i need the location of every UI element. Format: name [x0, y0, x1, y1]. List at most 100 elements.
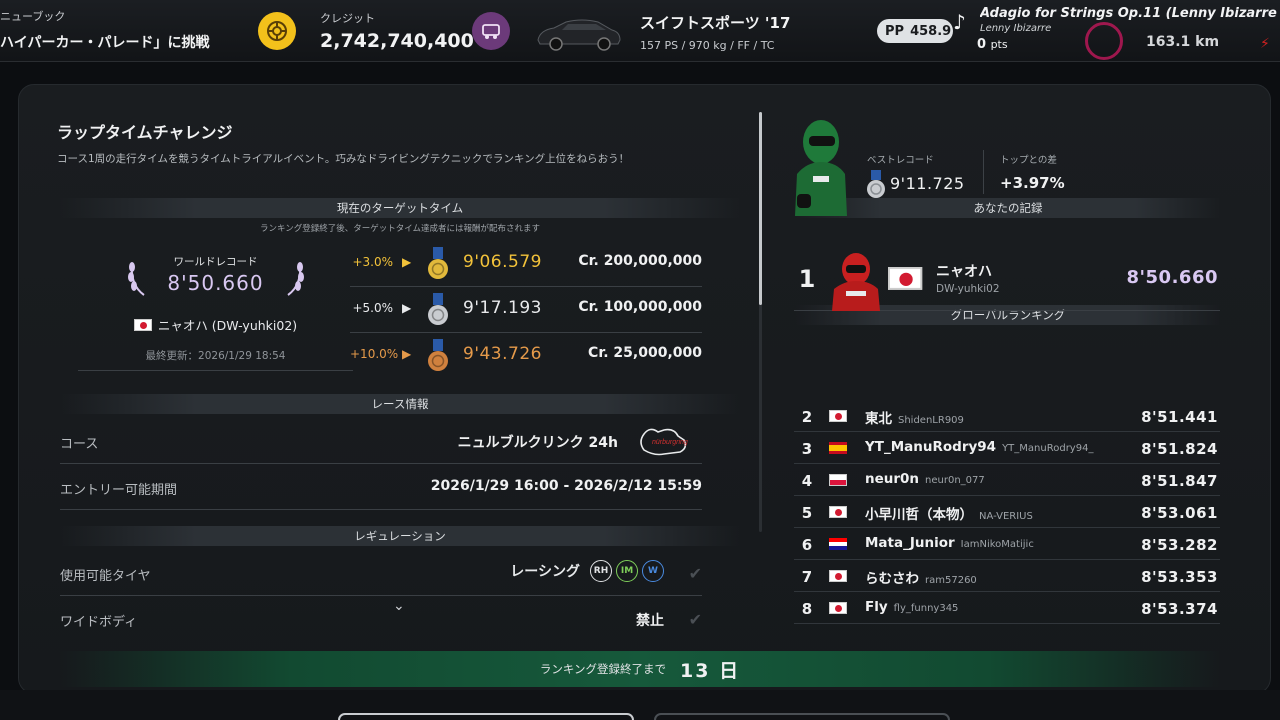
deadline-label: ランキング登録終了まで: [539, 662, 667, 676]
rank-number: 6: [801, 536, 813, 554]
ranking-time: 8'51.441: [1141, 408, 1218, 426]
edge-indicator-icon: ⚡: [1260, 36, 1270, 52]
menubook-status[interactable]: ニューブック ハイパーカー・パレード」に挑戦: [0, 8, 209, 52]
ranking-id: NA-VERIUS: [979, 511, 1033, 522]
ranking-name: YT_ManuRodry94: [865, 439, 997, 455]
tire-rh-badge: RH: [590, 560, 612, 582]
world-record-box: ワールドレコード 8'50.660 ニャオハ (DW-yuhki02) 最終更新…: [78, 237, 353, 371]
japan-flag-icon: [133, 318, 152, 331]
ranking-name: 小早川哲（本物）: [865, 507, 973, 523]
ranking-row[interactable]: 6 Mata_Junior IamNikoMatijic 8'53.282: [794, 528, 1220, 560]
nurburgring-logo-icon: nürburgring: [640, 428, 688, 456]
regulation-header: レギュレーション: [60, 526, 740, 546]
credit-label: クレジット: [320, 12, 375, 25]
target-time: 9'06.579: [463, 252, 542, 272]
music-note-icon: ♪: [953, 10, 966, 34]
ranking-row[interactable]: 8 Fly fly_funny345 8'53.374: [794, 592, 1220, 624]
ranking-row[interactable]: 7 らむさわ ram57260 8'53.353: [794, 560, 1220, 592]
ranking-row[interactable]: 5 小早川哲（本物） NA-VERIUS 8'53.061: [794, 496, 1220, 528]
ranking-row[interactable]: 3 YT_ManuRodry94 YT_ManuRodry94_ 8'51.824: [794, 432, 1220, 464]
footer-strip: [0, 690, 1280, 720]
points-value: 0: [977, 37, 987, 52]
top-status-bar: ニューブック ハイパーカー・パレード」に挑戦 クレジット 2,742,740,4…: [0, 0, 1280, 62]
ranking-row[interactable]: 4 neur0n neur0n_077 8'51.847: [794, 464, 1220, 496]
page-title: ラップタイムチャレンジ: [57, 123, 233, 142]
ranking-name: 東北: [865, 411, 892, 427]
ranking-name: ニャオハ: [936, 264, 992, 280]
tire-value-group: レーシング RH IM W: [510, 560, 664, 582]
menubook-value: ハイパーカー・パレード」に挑戦: [0, 35, 210, 51]
ranking-name: らむさわ: [865, 571, 919, 587]
play-arrow-icon: ▶: [402, 301, 412, 315]
widebody-row: ワイドボディ 禁止 ✔: [60, 596, 702, 642]
ranking-time: 8'51.847: [1141, 472, 1218, 490]
gap-to-top-value: +3.97%: [1000, 174, 1065, 192]
world-record-holder[interactable]: ニャオハ (DW-yuhki02): [78, 315, 353, 334]
driver-avatar[interactable]: [787, 116, 849, 216]
pp-label: PP: [885, 23, 905, 39]
gold-medal-icon: [428, 247, 448, 279]
ranking-top-row[interactable]: 1 ニャオハ DW-yuhki02 8'50.660: [794, 247, 1220, 311]
silver-medal-icon: [867, 170, 885, 198]
race-info-header: レース情報: [60, 394, 740, 414]
page-description: コース1周の走行タイムを競うタイムトライアルイベント。巧みなドライビングテクニッ…: [57, 153, 630, 165]
croatia-flag-icon: [829, 538, 847, 550]
car-info: スイフトスポーツ '17 157 PS / 970 kg / FF / TC: [640, 12, 790, 52]
world-record-label: ワールドレコード: [173, 256, 258, 268]
ranking-name-group: Mata_Junior IamNikoMatijic: [865, 535, 1034, 551]
ranking-id: DW-yuhki02: [936, 283, 1000, 295]
best-record-value: 9'11.725: [890, 174, 965, 193]
points-display: 0 pts: [977, 37, 1008, 52]
last-updated: 最終更新：2026/1/29 18:54: [145, 350, 286, 362]
record-divider: [983, 150, 984, 194]
ranking-name-group: YT_ManuRodry94 YT_ManuRodry94_: [865, 439, 1093, 455]
widebody-label: ワイドボディ: [60, 615, 138, 630]
ranking-id: YT_ManuRodry94_: [1002, 443, 1094, 454]
japan-flag-icon: [829, 570, 847, 582]
chevron-down-icon[interactable]: ⌄: [393, 598, 405, 614]
tire-im-badge: IM: [616, 560, 638, 582]
entry-period-value: 2026/1/29 16:00 - 2026/2/12 15:59: [430, 478, 702, 494]
secondary-action-button[interactable]: [654, 713, 950, 720]
primary-action-button[interactable]: [338, 713, 634, 720]
nurburgring-logo-text: nürburgring: [652, 439, 688, 446]
world-record-time: 8'50.660: [167, 271, 264, 295]
japan-flag-icon: [829, 602, 847, 614]
widebody-value: 禁止: [636, 613, 664, 629]
course-value: ニュルブルクリンク 24h: [457, 435, 618, 451]
ranking-id: ShidenLR909: [898, 415, 964, 426]
credit-display: クレジット 2,742,740,400: [320, 10, 474, 52]
credit-value: 2,742,740,400: [320, 30, 474, 52]
target-percent: +3.0%: [352, 255, 393, 269]
bronze-medal-icon: [428, 339, 448, 371]
rank-number: 7: [801, 568, 813, 586]
rank-number: 5: [801, 504, 813, 522]
play-arrow-icon: ▶: [402, 347, 412, 361]
ranking-time: 8'53.282: [1141, 536, 1218, 554]
my-record-header: あなたの記録: [796, 198, 1220, 218]
ranking-time: 8'51.824: [1141, 440, 1218, 458]
ranking-name-group: 東北 ShidenLR909: [865, 407, 964, 427]
rank-number: 4: [801, 472, 813, 490]
ranking-name: Mata_Junior: [865, 535, 955, 551]
deadline-days: 13 日: [680, 659, 741, 682]
ranking-time: 8'53.353: [1141, 568, 1218, 586]
pp-badge: PP 458.9: [877, 19, 953, 43]
mileage-value: 163.1 km: [1146, 34, 1220, 50]
entry-period-label: エントリー可能期間: [60, 483, 178, 498]
course-label: コース: [60, 437, 99, 452]
ranking-id: fly_funny345: [893, 603, 959, 614]
car-spec: 157 PS / 970 kg / FF / TC: [640, 39, 775, 52]
car-name: スイフトスポーツ '17: [640, 14, 791, 32]
garage-icon[interactable]: [472, 12, 510, 50]
japan-flag-icon: [829, 506, 847, 518]
scrollbar-thumb[interactable]: [759, 112, 762, 305]
rank-number: 2: [801, 408, 813, 426]
ranking-time: 8'53.061: [1141, 504, 1218, 522]
ranking-row[interactable]: 2 東北 ShidenLR909 8'51.441: [794, 400, 1220, 432]
tire-row: 使用可能タイヤ レーシング RH IM W ✔: [60, 550, 702, 596]
ranking-id: IamNikoMatijic: [960, 539, 1034, 550]
poland-flag-icon: [829, 474, 847, 486]
rank-number: 1: [798, 265, 816, 293]
pp-value: 458.9: [910, 23, 952, 39]
